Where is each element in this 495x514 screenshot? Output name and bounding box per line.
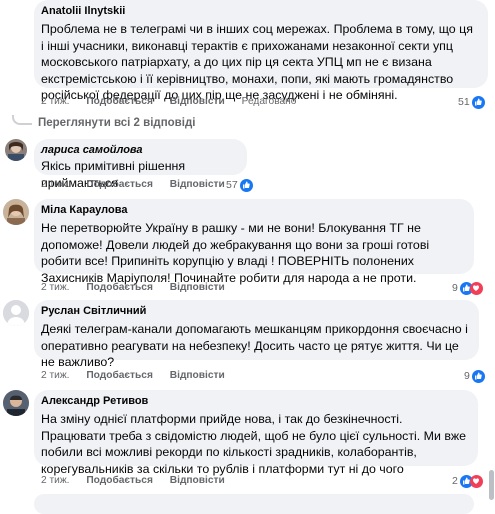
comment-bubble: Александр Ретивов На зміну однієї платфо… bbox=[34, 390, 478, 476]
avatar-photo-icon bbox=[3, 390, 29, 416]
comment-author[interactable]: Руслан Світличний bbox=[41, 305, 469, 318]
reaction-count[interactable]: 9 bbox=[464, 369, 485, 383]
reaction-count-value: 9 bbox=[464, 370, 470, 382]
comment-author[interactable]: Александр Ретивов bbox=[41, 395, 468, 408]
reaction-count[interactable]: 2 bbox=[452, 474, 483, 488]
reply-button[interactable]: Відповісти bbox=[170, 179, 225, 191]
comment-time[interactable]: 2 тиж. bbox=[41, 282, 70, 294]
view-replies-link[interactable]: Переглянути всі 2 відповіді bbox=[12, 115, 196, 129]
like-reaction-icon bbox=[239, 178, 253, 192]
comment-text: На зміну однієї платформи прийде нова, і… bbox=[41, 412, 466, 476]
comment-time[interactable]: 2 тиж. bbox=[41, 179, 70, 191]
love-reaction-icon bbox=[469, 281, 483, 295]
avatar[interactable] bbox=[3, 300, 29, 326]
comment-text: Деякі телеграм-канали допомагають мешкан… bbox=[41, 322, 468, 369]
comment-time[interactable]: 2 тиж. bbox=[41, 370, 70, 382]
reply-button[interactable]: Відповісти bbox=[170, 370, 225, 382]
avatar[interactable] bbox=[5, 139, 27, 161]
comment-author[interactable]: Anatolii Ilnytskii bbox=[41, 5, 478, 18]
comment-actions: 2 тиж. Подобається Відповісти bbox=[41, 179, 239, 191]
reply-button[interactable]: Відповісти bbox=[170, 475, 225, 487]
comment-time[interactable]: 2 тиж. bbox=[41, 475, 70, 487]
comment-bubble: лариса самойлова Якісь примітивні рішенн… bbox=[34, 139, 247, 190]
reaction-count-value: 2 bbox=[452, 475, 458, 487]
reaction-count[interactable]: 51 bbox=[458, 95, 485, 109]
default-avatar-icon bbox=[3, 300, 29, 326]
like-button[interactable]: Подобається bbox=[86, 179, 153, 191]
reply-button[interactable]: Відповісти bbox=[170, 282, 225, 294]
comment-author[interactable]: Міла Караулова bbox=[41, 204, 464, 217]
avatar[interactable] bbox=[3, 390, 29, 416]
love-reaction-icon bbox=[469, 474, 483, 488]
comment-bubble: Міла Караулова Не перетворюйте Україну в… bbox=[34, 199, 474, 285]
comment-actions: 2 тиж. Подобається Відповісти bbox=[41, 475, 239, 487]
reaction-count[interactable]: 57 bbox=[226, 178, 253, 192]
comment-actions: 2 тиж. Подобається Відповісти bbox=[41, 282, 239, 294]
reply-thread-line bbox=[12, 115, 32, 125]
like-button[interactable]: Подобається bbox=[86, 475, 153, 487]
like-button[interactable]: Подобається bbox=[86, 96, 153, 108]
comment-actions: 2 тиж. Подобається Відповісти bbox=[41, 370, 239, 382]
comment-bubble: Anatolii Ilnytskii Проблема не в телегра… bbox=[34, 0, 488, 102]
like-button[interactable]: Подобається bbox=[86, 370, 153, 382]
view-replies-label: Переглянути всі 2 відповіді bbox=[38, 117, 196, 129]
comment-time[interactable]: 2 тиж. bbox=[41, 96, 70, 108]
edited-label: Редаговано bbox=[241, 96, 297, 107]
reaction-count-value: 57 bbox=[226, 179, 238, 191]
avatar-photo-icon bbox=[5, 139, 27, 161]
like-button[interactable]: Подобається bbox=[86, 282, 153, 294]
scrollbar-thumb[interactable] bbox=[489, 470, 494, 500]
avatar[interactable] bbox=[3, 199, 29, 225]
reaction-count[interactable]: 9 bbox=[452, 281, 483, 295]
comment-actions: 2 тиж. Подобається Відповісти Редаговано bbox=[41, 96, 310, 108]
next-comment-bubble bbox=[34, 494, 474, 514]
comment-text: Не перетворюйте Україну в рашку - ми не … bbox=[41, 221, 430, 285]
comment-text: Проблема не в телеграмі чи в інших соц м… bbox=[41, 22, 473, 102]
avatar-photo-icon bbox=[3, 199, 29, 225]
like-reaction-icon bbox=[471, 95, 485, 109]
reply-button[interactable]: Відповісти bbox=[170, 96, 225, 108]
reaction-count-value: 9 bbox=[452, 282, 458, 294]
comment-author[interactable]: лариса самойлова bbox=[41, 144, 237, 157]
like-reaction-icon bbox=[471, 369, 485, 383]
comment-bubble: Руслан Світличний Деякі телеграм-канали … bbox=[34, 300, 479, 369]
reaction-count-value: 51 bbox=[458, 96, 470, 108]
